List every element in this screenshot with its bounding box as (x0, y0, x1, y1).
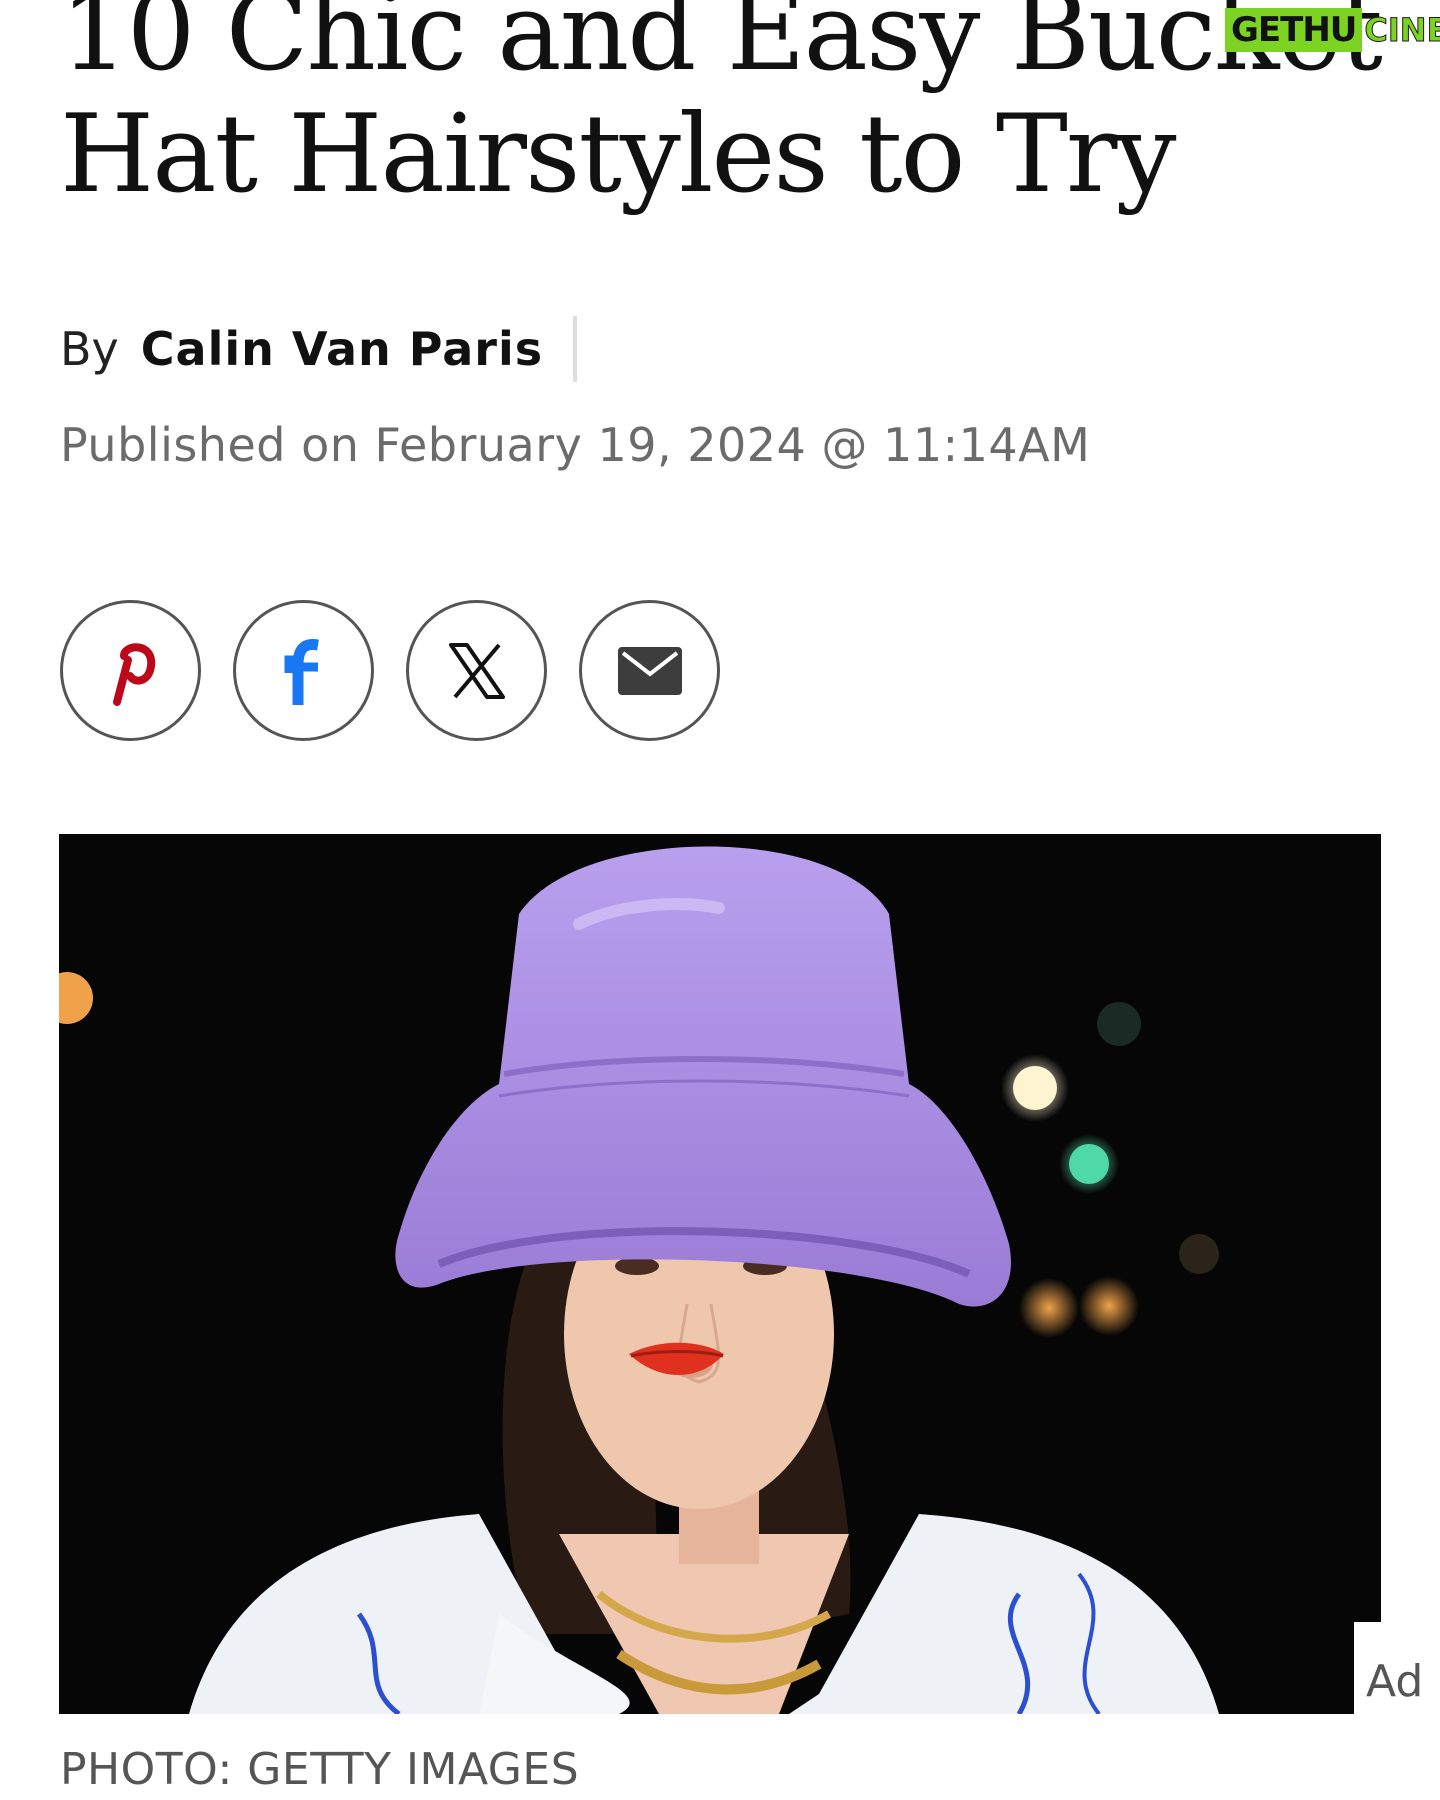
article-title: 10 Chic and Easy Bucket Hat Hairstyles t… (60, 0, 1383, 217)
publish-date: Published on February 19, 2024 @ 11:14AM (60, 418, 1091, 472)
facebook-icon (284, 638, 319, 705)
share-bar (60, 600, 720, 741)
facebook-share-button[interactable] (233, 600, 374, 741)
watermark-part2: CINEMA (1364, 11, 1440, 50)
email-share-button[interactable] (579, 600, 720, 741)
ad-label[interactable]: Ad (1366, 1656, 1423, 1707)
byline: By Calin Van Paris (60, 316, 578, 382)
byline-divider (573, 316, 578, 382)
pinterest-share-button[interactable] (60, 600, 201, 741)
email-icon (617, 646, 682, 695)
watermark-part1: GETHU (1225, 8, 1363, 52)
photo-credit: PHOTO: GETTY IMAGES (60, 1744, 580, 1795)
x-icon (448, 642, 505, 699)
pinterest-icon (112, 642, 155, 706)
x-share-button[interactable] (406, 600, 547, 741)
author-link[interactable]: Calin Van Paris (141, 322, 543, 376)
watermark-logo: GETHU CINEMA (1225, 6, 1440, 54)
byline-prefix: By (60, 322, 119, 376)
hero-photo (59, 834, 1381, 1714)
